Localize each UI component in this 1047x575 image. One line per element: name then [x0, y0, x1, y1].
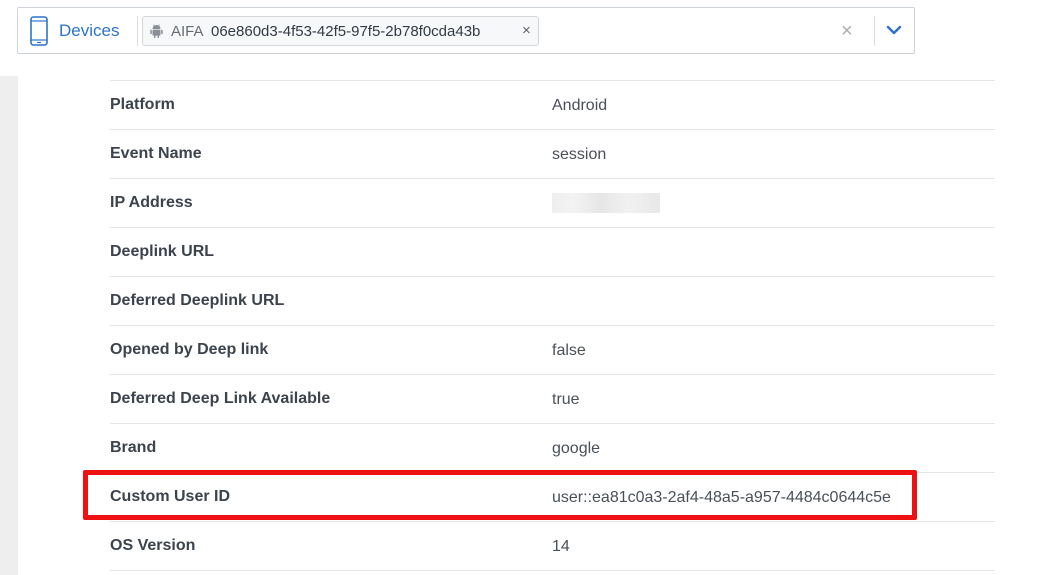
detail-label: IP Address [110, 194, 193, 211]
filter-category-label[interactable]: Devices [59, 20, 119, 42]
chip-identifier-type: AIFA [171, 23, 204, 40]
detail-row-custom-user-id: Custom User ID user::ea81c0a3-2af4-48a5-… [110, 473, 995, 522]
chip-identifier-value: 06e860d3-4f53-42f5-97f5-2b78f0cda43b [211, 23, 481, 40]
detail-value: true [552, 391, 580, 408]
mobile-device-icon [30, 16, 48, 46]
detail-row-platform: Platform Android [110, 81, 995, 130]
detail-label: Event Name [110, 145, 202, 162]
detail-label: Deferred Deep Link Available [110, 390, 331, 407]
detail-row-deferred-deep-link-available: Deferred Deep Link Available true [110, 375, 995, 424]
left-sidebar-strip [0, 76, 18, 575]
detail-label: Opened by Deep link [110, 341, 269, 358]
detail-value: google [552, 440, 601, 457]
detail-value: false [552, 342, 586, 359]
detail-row-opened-by-deep-link: Opened by Deep link false [110, 326, 995, 375]
detail-label: Platform [110, 96, 175, 113]
detail-value: 14 [552, 538, 570, 555]
device-event-details-table: Platform Android Event Name session IP A… [110, 80, 995, 571]
detail-row-os-version: OS Version 14 [110, 522, 995, 571]
detail-row-ip-address: IP Address [110, 179, 995, 228]
detail-row-deferred-deeplink-url: Deferred Deeplink URL [110, 277, 995, 326]
divider [137, 16, 138, 46]
redacted-value [552, 193, 660, 213]
detail-row-deeplink-url: Deeplink URL [110, 228, 995, 277]
detail-label: Custom User ID [110, 488, 231, 505]
android-icon [150, 24, 163, 38]
detail-row-brand: Brand google [110, 424, 995, 473]
detail-value: user::ea81c0a3-2af4-48a5-a957-4484c0644c… [552, 489, 891, 506]
detail-label: OS Version [110, 537, 196, 554]
chip-remove-icon[interactable]: × [522, 22, 531, 40]
detail-row-event-name: Event Name session [110, 130, 995, 179]
detail-label: Deeplink URL [110, 243, 215, 260]
detail-label: Deferred Deeplink URL [110, 292, 285, 309]
detail-label: Brand [110, 439, 157, 456]
divider [874, 16, 875, 46]
device-filter-bar[interactable]: Devices AIFA 06e860d3-4f53-42f5-97f5-2b7… [17, 7, 915, 54]
clear-icon[interactable]: × [841, 20, 853, 42]
detail-value: Android [552, 97, 608, 114]
chevron-down-icon[interactable] [886, 24, 902, 36]
aifa-filter-chip[interactable]: AIFA 06e860d3-4f53-42f5-97f5-2b78f0cda43… [142, 16, 539, 46]
detail-value: session [552, 146, 607, 163]
